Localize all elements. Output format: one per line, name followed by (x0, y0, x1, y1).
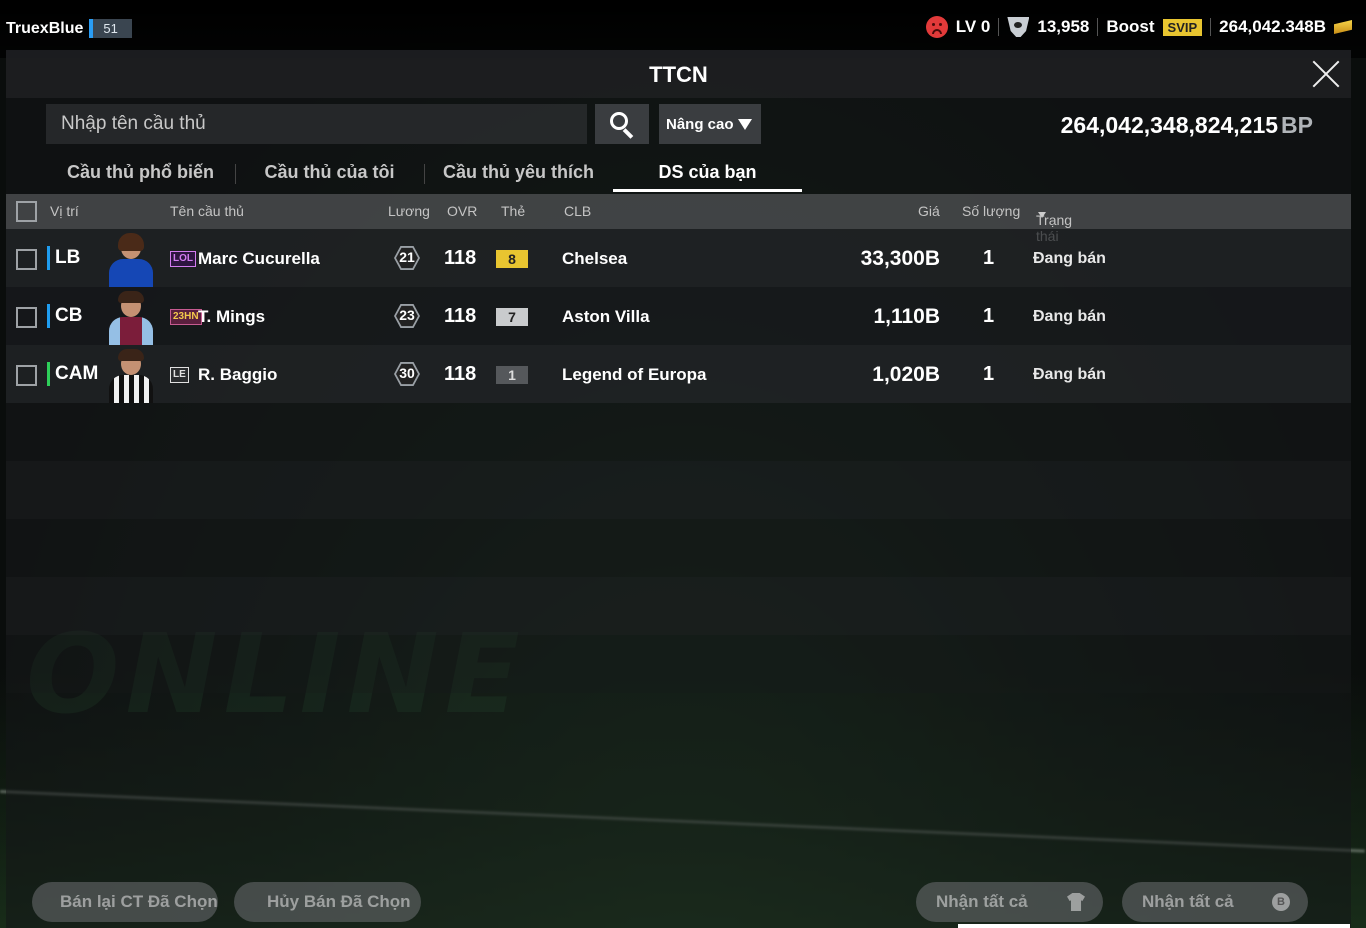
col-quantity[interactable]: Số lượng (962, 203, 1020, 219)
divider (1097, 18, 1099, 36)
salary-badge: 23 (394, 303, 420, 329)
season-badge-icon: LOL (170, 251, 196, 267)
panel-header: TTCN (6, 50, 1351, 98)
listing-status: Đang bán (1033, 308, 1106, 325)
empty-row (6, 461, 1351, 519)
shirt-icon (1067, 893, 1085, 911)
search-input[interactable] (46, 104, 587, 144)
salary-badge: 30 (394, 361, 420, 387)
row-checkbox[interactable] (16, 365, 37, 386)
transfer-market-panel: TTCN ONLINE Nâng cao 264,042,348,824,215… (6, 50, 1351, 928)
username: TruexBlue (6, 19, 84, 37)
player-ovr: 118 (444, 363, 477, 385)
listing-price: 1,020B (872, 363, 940, 386)
row-checkbox[interactable] (16, 307, 37, 328)
player-club: Legend of Europa (562, 365, 707, 384)
listing-quantity: 1 (983, 363, 995, 385)
bp-balance: 264,042,348,824,215 BP (1061, 112, 1313, 139)
col-name[interactable]: Tên cầu thủ (170, 203, 244, 219)
receive-all-bp-button[interactable]: Nhận tất cả B (1122, 882, 1308, 922)
player-name: Marc Cucurella (198, 249, 320, 268)
advanced-label: Nâng cao (666, 115, 734, 133)
currency-stats: LV 0 13,958 Boost SVIP 264,042.348B (925, 16, 1352, 38)
resell-selected-button[interactable]: Bán lại CT Đã Chọn (32, 882, 218, 922)
bp-unit: BP (1281, 112, 1313, 138)
listing-quantity: 1 (983, 247, 995, 269)
tab-my-listings[interactable]: DS của bạn (613, 154, 802, 192)
listing-price: 33,300B (860, 247, 940, 270)
salary-value: 21 (399, 249, 415, 265)
player-avatar (105, 233, 157, 287)
player-club: Chelsea (562, 249, 628, 268)
col-salary[interactable]: Lương (388, 203, 430, 219)
listing-status: Đang bán (1033, 366, 1106, 383)
upgrade-grade-badge: 8 (496, 250, 528, 268)
player-name: R. Baggio (198, 365, 278, 384)
user-level-badge: 51 (89, 19, 132, 38)
season-badge-icon: LE (170, 367, 189, 383)
col-ovr[interactable]: OVR (447, 203, 477, 219)
white-strip (958, 924, 1350, 928)
salary-value: 30 (399, 365, 415, 381)
empty-row (6, 403, 1351, 461)
player-ovr: 118 (444, 305, 477, 327)
empty-row (6, 519, 1351, 577)
bp-coin-icon (1334, 20, 1352, 34)
listing-quantity: 1 (983, 305, 995, 327)
table-row[interactable]: CAM LE R. Baggio 30 118 1 Legend of Euro… (6, 345, 1351, 403)
player-position: CB (47, 304, 82, 328)
col-club[interactable]: CLB (564, 203, 591, 219)
player-avatar (105, 291, 157, 345)
boost-label: Boost (1106, 17, 1155, 36)
close-icon[interactable] (1311, 59, 1341, 89)
search-button[interactable] (595, 104, 649, 144)
player-position: LB (47, 246, 80, 270)
player-club: Aston Villa (562, 307, 650, 326)
sad-face-icon (925, 16, 948, 38)
listing-status: Đang bán (1033, 250, 1106, 267)
sort-caret-icon (1038, 212, 1046, 218)
player-name: T. Mings (198, 307, 266, 326)
upgrade-grade-badge: 1 (496, 366, 528, 384)
user-info: TruexBlue 51 (6, 19, 132, 38)
table-row[interactable]: CB 23HN T. Mings 23 118 7 Aston Villa 1,… (6, 287, 1351, 345)
row-checkbox[interactable] (16, 249, 37, 270)
empty-row (6, 635, 1351, 693)
trophy-count: 13,958 (1037, 17, 1090, 36)
player-position: CAM (47, 362, 98, 386)
upgrade-grade-badge: 7 (496, 308, 528, 326)
table-row[interactable]: LB LOL Marc Cucurella 21 118 8 Chelsea 3… (6, 229, 1351, 287)
tab-bar: Cầu thủ phổ biến Cầu thủ của tôi Cầu thủ… (46, 154, 802, 194)
salary-badge: 21 (394, 245, 420, 271)
tab-my-players[interactable]: Cầu thủ của tôi (235, 154, 424, 192)
svip-badge: SVIP (1162, 18, 1203, 36)
season-badge-icon: 23HN (170, 309, 202, 325)
caret-down-icon (738, 119, 752, 130)
cancel-selected-button[interactable]: Hủy Bán Đã Chọn (234, 882, 421, 922)
empty-row (6, 577, 1351, 635)
panel-title: TTCN (649, 62, 708, 87)
divider (1210, 18, 1212, 36)
player-ovr: 118 (444, 247, 477, 269)
player-avatar (105, 349, 157, 403)
bp-total-value: 264,042,348,824,215 (1060, 112, 1279, 138)
lv-value: LV 0 (955, 17, 991, 36)
col-position[interactable]: Vị trí (50, 203, 79, 219)
coin-icon: B (1272, 893, 1290, 911)
bp-short: 264,042.348B (1219, 17, 1326, 36)
select-all-checkbox[interactable] (16, 201, 37, 222)
col-price[interactable]: Giá (918, 203, 940, 219)
tab-favorite-players[interactable]: Cầu thủ yêu thích (424, 154, 613, 192)
col-grade[interactable]: Thẻ (501, 203, 525, 219)
salary-value: 23 (399, 307, 415, 323)
divider (998, 18, 1000, 36)
table-header: Vị trí Tên cầu thủ Lương OVR Thẻ CLB Giá… (6, 194, 1351, 244)
tab-popular-players[interactable]: Cầu thủ phổ biến (46, 154, 235, 192)
listing-price: 1,110B (873, 305, 940, 328)
trophy-icon (1007, 17, 1030, 37)
receive-all-players-button[interactable]: Nhận tất cả (916, 882, 1103, 922)
advanced-filter-dropdown[interactable]: Nâng cao (659, 104, 761, 144)
